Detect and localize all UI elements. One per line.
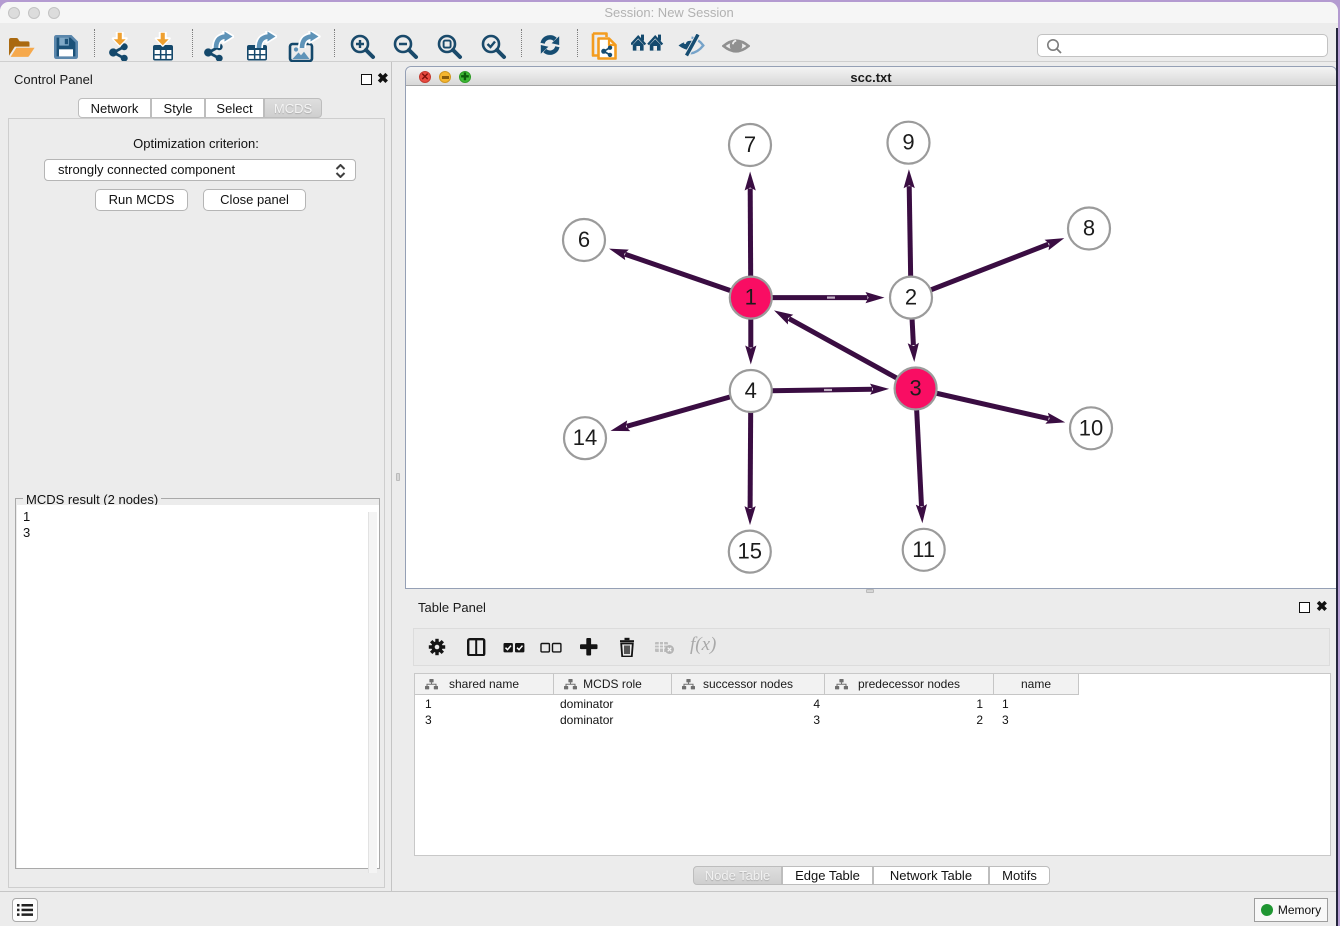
svg-text:15: 15 [738,539,762,564]
svg-text:8: 8 [1083,216,1095,241]
svg-text:11: 11 [912,537,935,562]
svg-text:2: 2 [905,285,917,310]
svg-text:7: 7 [744,132,756,157]
svg-text:14: 14 [573,425,597,450]
svg-text:1: 1 [745,285,757,310]
svg-text:6: 6 [578,227,590,252]
svg-text:4: 4 [745,378,757,403]
svg-text:9: 9 [902,130,914,155]
svg-text:3: 3 [909,376,921,401]
svg-text:10: 10 [1079,415,1103,440]
